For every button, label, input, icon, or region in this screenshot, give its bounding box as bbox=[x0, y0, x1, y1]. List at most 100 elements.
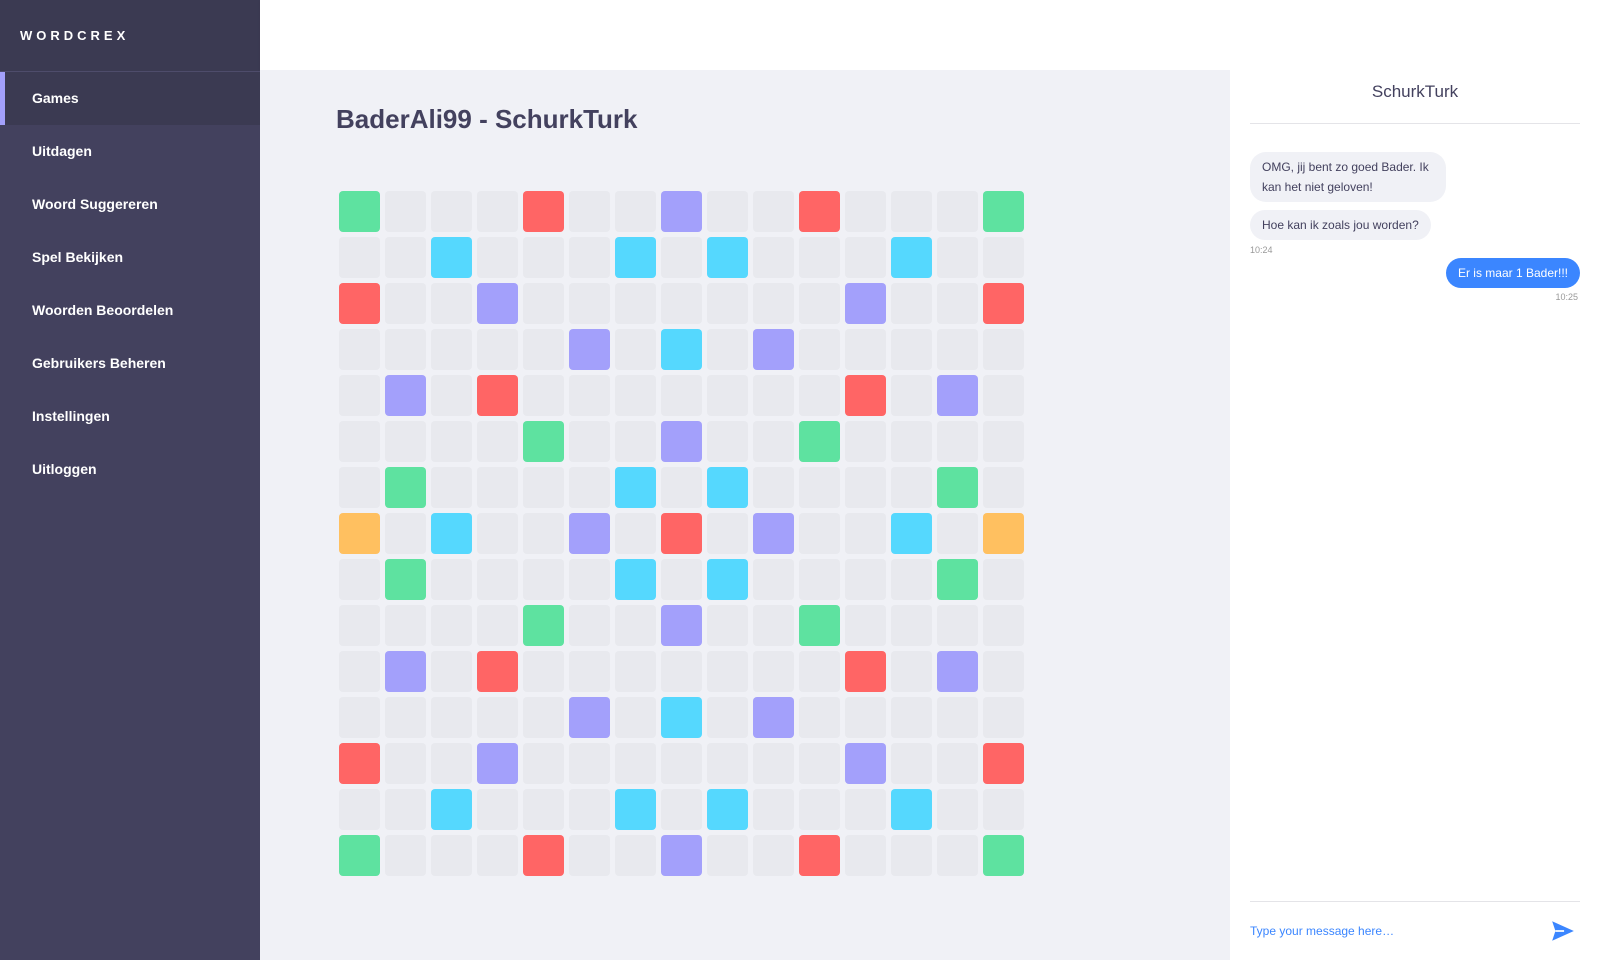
board-bonus-cell[interactable] bbox=[661, 191, 702, 232]
board-cell[interactable] bbox=[431, 835, 472, 876]
board-cell[interactable] bbox=[707, 651, 748, 692]
board-bonus-cell[interactable] bbox=[707, 559, 748, 600]
board-bonus-cell[interactable] bbox=[983, 513, 1024, 554]
board-bonus-cell[interactable] bbox=[615, 559, 656, 600]
board-cell[interactable] bbox=[753, 375, 794, 416]
board-cell[interactable] bbox=[569, 421, 610, 462]
board-bonus-cell[interactable] bbox=[799, 605, 840, 646]
board-cell[interactable] bbox=[845, 467, 886, 508]
board-bonus-cell[interactable] bbox=[983, 283, 1024, 324]
board-cell[interactable] bbox=[891, 651, 932, 692]
board-bonus-cell[interactable] bbox=[661, 605, 702, 646]
board-cell[interactable] bbox=[523, 789, 564, 830]
board-cell[interactable] bbox=[523, 375, 564, 416]
board-bonus-cell[interactable] bbox=[845, 375, 886, 416]
board-cell[interactable] bbox=[891, 191, 932, 232]
board-bonus-cell[interactable] bbox=[477, 375, 518, 416]
board-cell[interactable] bbox=[477, 421, 518, 462]
board-cell[interactable] bbox=[983, 697, 1024, 738]
board-bonus-cell[interactable] bbox=[477, 283, 518, 324]
board-cell[interactable] bbox=[477, 237, 518, 278]
board-cell[interactable] bbox=[339, 697, 380, 738]
board-cell[interactable] bbox=[937, 789, 978, 830]
board-cell[interactable] bbox=[937, 191, 978, 232]
board-cell[interactable] bbox=[799, 467, 840, 508]
board-cell[interactable] bbox=[569, 375, 610, 416]
board-bonus-cell[interactable] bbox=[937, 651, 978, 692]
board-cell[interactable] bbox=[385, 789, 426, 830]
board-cell[interactable] bbox=[339, 329, 380, 370]
board-cell[interactable] bbox=[891, 835, 932, 876]
board-cell[interactable] bbox=[523, 329, 564, 370]
board-cell[interactable] bbox=[753, 605, 794, 646]
board-cell[interactable] bbox=[707, 191, 748, 232]
board-bonus-cell[interactable] bbox=[983, 191, 1024, 232]
board-cell[interactable] bbox=[615, 697, 656, 738]
board-cell[interactable] bbox=[891, 559, 932, 600]
board-cell[interactable] bbox=[477, 329, 518, 370]
board-cell[interactable] bbox=[845, 237, 886, 278]
sidebar-item-uitdagen[interactable]: Uitdagen bbox=[0, 125, 260, 178]
board-cell[interactable] bbox=[707, 743, 748, 784]
board-cell[interactable] bbox=[339, 421, 380, 462]
board-cell[interactable] bbox=[937, 329, 978, 370]
board-bonus-cell[interactable] bbox=[845, 283, 886, 324]
board-cell[interactable] bbox=[615, 743, 656, 784]
board-cell[interactable] bbox=[339, 237, 380, 278]
board-bonus-cell[interactable] bbox=[661, 697, 702, 738]
board-cell[interactable] bbox=[431, 651, 472, 692]
board-bonus-cell[interactable] bbox=[615, 789, 656, 830]
board-cell[interactable] bbox=[661, 283, 702, 324]
board-cell[interactable] bbox=[615, 605, 656, 646]
board-cell[interactable] bbox=[523, 467, 564, 508]
board-bonus-cell[interactable] bbox=[937, 467, 978, 508]
board-cell[interactable] bbox=[431, 467, 472, 508]
board-cell[interactable] bbox=[339, 375, 380, 416]
board-bonus-cell[interactable] bbox=[339, 835, 380, 876]
board-cell[interactable] bbox=[891, 467, 932, 508]
board-bonus-cell[interactable] bbox=[707, 467, 748, 508]
board-cell[interactable] bbox=[707, 329, 748, 370]
board-cell[interactable] bbox=[891, 421, 932, 462]
board-cell[interactable] bbox=[385, 605, 426, 646]
board-cell[interactable] bbox=[615, 651, 656, 692]
board-cell[interactable] bbox=[615, 191, 656, 232]
board-bonus-cell[interactable] bbox=[615, 467, 656, 508]
board-bonus-cell[interactable] bbox=[845, 651, 886, 692]
board-cell[interactable] bbox=[845, 559, 886, 600]
board-bonus-cell[interactable] bbox=[477, 651, 518, 692]
board-cell[interactable] bbox=[845, 421, 886, 462]
board-cell[interactable] bbox=[477, 789, 518, 830]
board-cell[interactable] bbox=[707, 421, 748, 462]
board-cell[interactable] bbox=[477, 191, 518, 232]
board-cell[interactable] bbox=[339, 789, 380, 830]
board-cell[interactable] bbox=[385, 329, 426, 370]
board-cell[interactable] bbox=[937, 835, 978, 876]
board-bonus-cell[interactable] bbox=[891, 237, 932, 278]
board-bonus-cell[interactable] bbox=[569, 513, 610, 554]
board-bonus-cell[interactable] bbox=[431, 237, 472, 278]
board-cell[interactable] bbox=[845, 329, 886, 370]
board-cell[interactable] bbox=[983, 375, 1024, 416]
board-bonus-cell[interactable] bbox=[983, 743, 1024, 784]
board-bonus-cell[interactable] bbox=[523, 421, 564, 462]
board-cell[interactable] bbox=[799, 237, 840, 278]
board-cell[interactable] bbox=[615, 513, 656, 554]
board-cell[interactable] bbox=[891, 375, 932, 416]
board-cell[interactable] bbox=[385, 191, 426, 232]
board-cell[interactable] bbox=[753, 835, 794, 876]
board-cell[interactable] bbox=[753, 191, 794, 232]
board-cell[interactable] bbox=[937, 283, 978, 324]
board-cell[interactable] bbox=[753, 467, 794, 508]
board-cell[interactable] bbox=[753, 559, 794, 600]
board-cell[interactable] bbox=[799, 513, 840, 554]
board-bonus-cell[interactable] bbox=[983, 835, 1024, 876]
board-cell[interactable] bbox=[661, 467, 702, 508]
board-cell[interactable] bbox=[845, 697, 886, 738]
board-cell[interactable] bbox=[937, 237, 978, 278]
board-bonus-cell[interactable] bbox=[385, 651, 426, 692]
sidebar-item-woord-suggereren[interactable]: Woord Suggereren bbox=[0, 178, 260, 231]
board-cell[interactable] bbox=[983, 605, 1024, 646]
board-cell[interactable] bbox=[339, 559, 380, 600]
board-cell[interactable] bbox=[753, 651, 794, 692]
